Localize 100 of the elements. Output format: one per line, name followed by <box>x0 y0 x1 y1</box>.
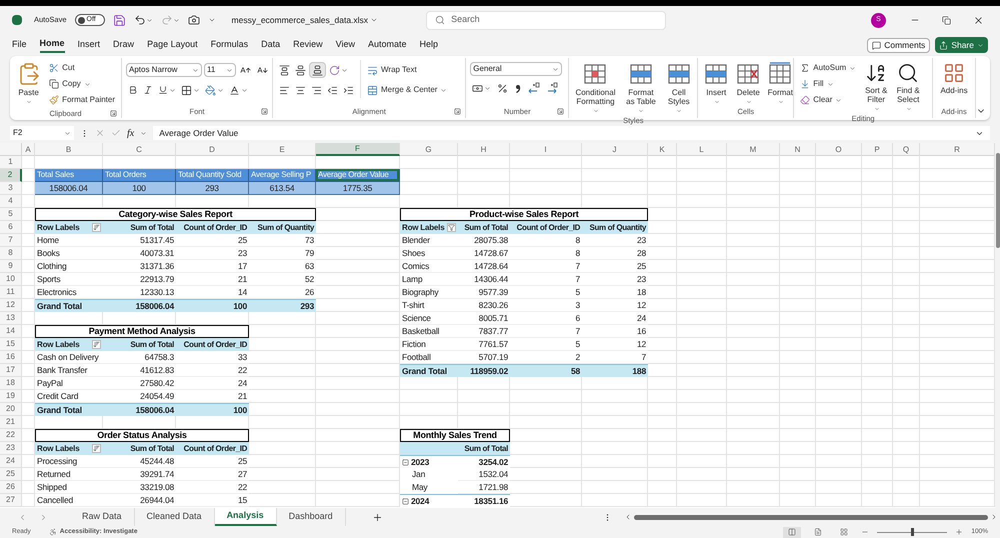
grid-cell[interactable] <box>316 468 400 481</box>
grid-cell[interactable] <box>22 260 35 273</box>
grid-cell[interactable] <box>816 325 862 338</box>
search-field[interactable]: Search <box>426 10 666 30</box>
row-number[interactable]: 24 <box>0 455 22 468</box>
grid-cell[interactable] <box>893 195 920 208</box>
grid-cell[interactable] <box>648 299 677 312</box>
format-as-table-button[interactable]: Format as Table <box>622 60 660 115</box>
grid-cell[interactable] <box>400 403 458 416</box>
grid-cell[interactable] <box>727 325 780 338</box>
grid-cell[interactable] <box>316 286 400 299</box>
grid-cell[interactable] <box>582 429 648 442</box>
grid-cell[interactable] <box>22 455 35 468</box>
kpi-label[interactable]: Total Orders <box>103 169 176 182</box>
grid-cell[interactable] <box>727 377 780 390</box>
row-number[interactable]: 19 <box>0 390 22 403</box>
grid-cell[interactable] <box>816 273 862 286</box>
column-letter[interactable]: K <box>648 143 677 156</box>
copy-button[interactable]: Copy <box>47 76 117 92</box>
grid-cell[interactable] <box>249 429 316 442</box>
grid-cell[interactable] <box>458 182 510 195</box>
menu-tab[interactable]: Help <box>420 37 438 53</box>
grid-cell[interactable] <box>780 364 816 377</box>
grid-cell[interactable] <box>648 390 677 403</box>
grid-cell[interactable] <box>648 260 677 273</box>
menu-tab[interactable]: Page Layout <box>147 37 198 53</box>
grid-cell[interactable] <box>780 299 816 312</box>
kpi-label[interactable]: Average Selling P <box>249 169 316 182</box>
zoom-thumb[interactable] <box>910 528 914 536</box>
grid-cell[interactable] <box>816 234 862 247</box>
kpi-label[interactable]: Total Quantity Sold <box>176 169 249 182</box>
increase-decimal-button[interactable] <box>526 80 542 96</box>
column-letter[interactable]: L <box>677 143 727 156</box>
row-number[interactable]: 4 <box>0 195 22 208</box>
grid-cell[interactable] <box>893 377 920 390</box>
grid-cell[interactable] <box>780 403 816 416</box>
grid-cell[interactable] <box>893 260 920 273</box>
grid-cell[interactable] <box>862 273 893 286</box>
grid-cell[interactable] <box>249 312 316 325</box>
grid-cell[interactable] <box>648 377 677 390</box>
grid-cell[interactable] <box>677 208 727 221</box>
grid-cell[interactable] <box>727 390 780 403</box>
menu-tab[interactable]: Insert <box>78 37 100 53</box>
grid-cell[interactable] <box>893 312 920 325</box>
grid-cell[interactable] <box>780 195 816 208</box>
grid-cell[interactable] <box>727 286 780 299</box>
grid-cell[interactable] <box>249 403 316 416</box>
grid-cell[interactable] <box>582 377 648 390</box>
grid-cell[interactable] <box>862 325 893 338</box>
grid-cell[interactable] <box>648 182 677 195</box>
grid-cell[interactable] <box>727 442 780 455</box>
grid-cell[interactable] <box>400 377 458 390</box>
find-select-button[interactable]: Find & Select <box>894 60 922 113</box>
grid-cell[interactable] <box>582 468 648 481</box>
grid-cell[interactable] <box>249 481 316 494</box>
grid-cell[interactable] <box>893 169 920 182</box>
grid-cell[interactable] <box>510 481 582 494</box>
grid-cell[interactable] <box>22 351 35 364</box>
grid-cell[interactable] <box>862 182 893 195</box>
grid-cell[interactable] <box>458 169 510 182</box>
row-number[interactable]: 8 <box>0 247 22 260</box>
grid-cell[interactable] <box>249 351 316 364</box>
grid-cell[interactable] <box>727 494 780 507</box>
fill-button[interactable]: Fill <box>798 76 858 92</box>
merge-center-button[interactable]: Merge & Center <box>365 82 450 98</box>
grid-cell[interactable] <box>648 403 677 416</box>
sheet-tab[interactable]: Dashboard <box>276 508 346 526</box>
grid-cell[interactable] <box>510 429 582 442</box>
grid-cell[interactable] <box>677 182 727 195</box>
grid-cell[interactable] <box>727 273 780 286</box>
sort-filter-button[interactable]: Sort & Filter <box>862 60 890 113</box>
grid-cell[interactable] <box>22 377 35 390</box>
grid-cell[interactable] <box>816 429 862 442</box>
grid-cell[interactable] <box>316 494 400 507</box>
grid-cell[interactable] <box>677 494 727 507</box>
grid-cell[interactable] <box>22 364 35 377</box>
grid-cell[interactable] <box>582 390 648 403</box>
grid-cell[interactable] <box>816 260 862 273</box>
grid-cell[interactable] <box>458 156 510 169</box>
grid-cell[interactable] <box>648 208 677 221</box>
align-bottom-button[interactable] <box>309 62 326 78</box>
grid-cell[interactable] <box>249 455 316 468</box>
grid-cell[interactable] <box>510 494 582 507</box>
grid-cell[interactable] <box>316 455 400 468</box>
grid-cell[interactable] <box>780 390 816 403</box>
grid-cell[interactable] <box>316 312 400 325</box>
column-letter[interactable]: F <box>316 143 400 156</box>
number-format-field[interactable]: General <box>470 62 562 76</box>
grid-cell[interactable] <box>648 442 677 455</box>
grid-cell[interactable] <box>727 312 780 325</box>
grid-cell[interactable] <box>316 403 400 416</box>
grid-cell[interactable] <box>816 403 862 416</box>
grid-cell[interactable] <box>316 377 400 390</box>
grid-cell[interactable] <box>893 273 920 286</box>
row-number[interactable]: 17 <box>0 364 22 377</box>
grid-cell[interactable] <box>893 338 920 351</box>
grid-cell[interactable] <box>510 403 582 416</box>
wrap-text-button[interactable]: Wrap Text <box>365 62 450 78</box>
row-number[interactable]: 20 <box>0 403 22 416</box>
grid-cell[interactable] <box>893 351 920 364</box>
